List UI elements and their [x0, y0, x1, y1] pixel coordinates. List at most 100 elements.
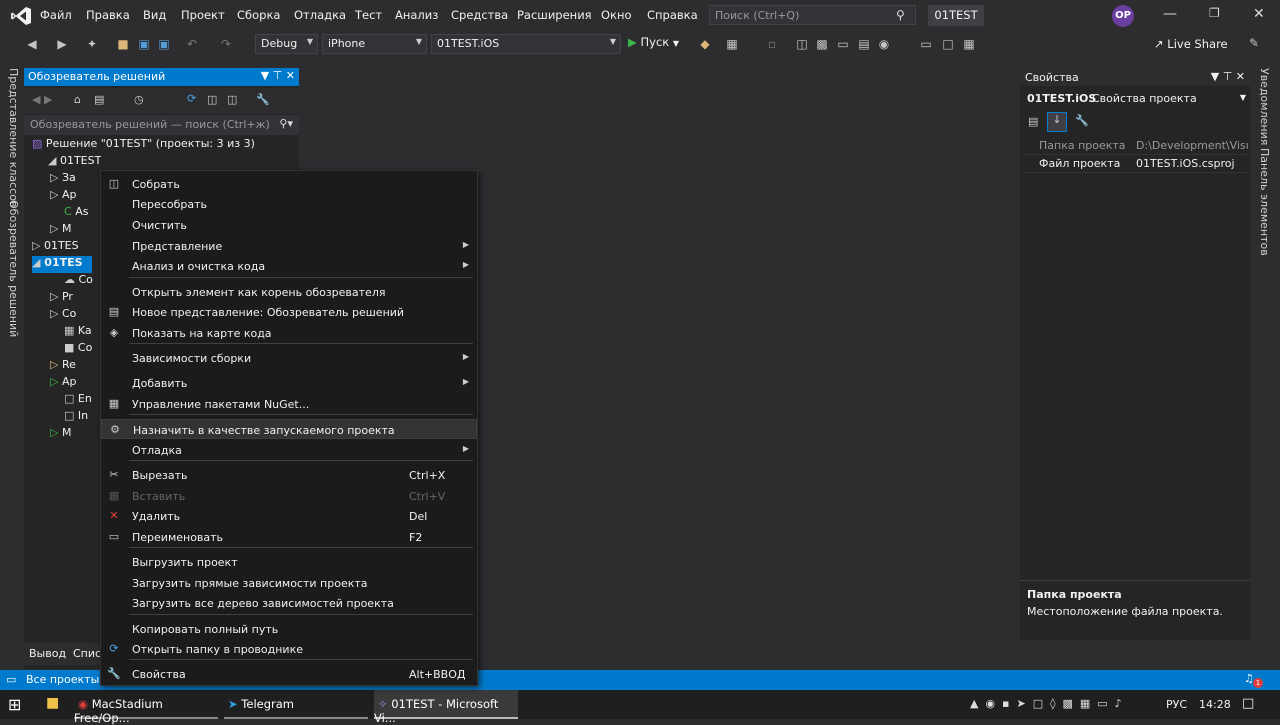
switch-views-icon[interactable]: ▤ — [94, 93, 104, 106]
tree-node[interactable]: ▷ M — [50, 222, 71, 239]
context-menu-item[interactable]: Отладка ▶ — [101, 440, 477, 460]
close-icon[interactable]: ✕ — [1253, 6, 1265, 22]
language-indicator[interactable]: РУС — [1166, 698, 1187, 711]
restore-icon[interactable]: ❐ — [1209, 6, 1220, 20]
wrench-icon[interactable]: 🔧 — [256, 93, 270, 106]
image-icon[interactable]: ▤ — [856, 36, 872, 52]
hot-reload-icon[interactable]: ◆ — [697, 36, 713, 52]
tree-node[interactable]: ▷ Ap — [50, 375, 76, 392]
tree-node[interactable]: ▦ Ka — [64, 324, 92, 341]
device-icon[interactable]: ▫ — [764, 36, 780, 52]
windows-start-icon[interactable]: ⊞ — [8, 695, 21, 714]
tree-node[interactable]: ▷ Re — [50, 358, 76, 375]
context-menu-item[interactable]: Зависимости сборки ▶ — [101, 348, 477, 368]
open-folder-icon[interactable]: ■ — [115, 36, 131, 52]
property-row[interactable]: Файл проекта 01TEST.iOS.csproj — [1022, 155, 1248, 173]
context-menu-item[interactable]: Добавить ▶ — [101, 373, 477, 393]
context-menu-item[interactable]: Копировать полный путь — [101, 619, 477, 639]
platform-select[interactable]: iPhone ▼ — [322, 34, 427, 54]
tab-output[interactable]: Вывод — [29, 647, 66, 660]
save-icon[interactable]: ▣ — [136, 36, 152, 52]
alphabetical-icon[interactable]: ↓ — [1047, 112, 1067, 132]
context-menu-item[interactable]: Загрузить прямые зависимости проекта — [101, 573, 477, 593]
menu-item[interactable]: Расширения — [517, 8, 592, 22]
device-manager-icon[interactable]: ◫ — [794, 36, 810, 52]
categorized-icon[interactable]: ▤ — [1028, 115, 1038, 128]
tree-node[interactable]: ▷ 01TES — [32, 239, 79, 256]
live-share-button[interactable]: ↗ Live Share — [1154, 37, 1228, 51]
context-menu-item[interactable]: Анализ и очистка кода ▶ — [101, 256, 477, 276]
context-menu-item[interactable]: Загрузить все дерево зависимостей проект… — [101, 593, 477, 613]
property-row[interactable]: Папка проекта D:\Development\Visua — [1022, 137, 1248, 155]
tab-toolbox[interactable]: Панель элементов — [1258, 148, 1271, 256]
refresh-icon[interactable]: ⟳ — [187, 92, 196, 105]
terminal-icon[interactable]: ▭ — [835, 36, 851, 52]
back-icon[interactable]: ◀ — [24, 36, 40, 52]
solution-node[interactable]: ▨ Решение "01TEST" (проекты: 3 из 3) — [32, 137, 255, 154]
menu-item[interactable]: Средства — [451, 8, 508, 22]
target-select[interactable]: 01TEST.iOS ▼ — [431, 34, 621, 54]
feedback-icon[interactable]: ✎ — [1246, 35, 1262, 51]
configuration-select[interactable]: Debug ▼ — [255, 34, 318, 54]
context-menu-item[interactable]: ▤ Новое представление: Обозреватель решен… — [101, 302, 477, 322]
avatar[interactable]: OP — [1112, 5, 1134, 27]
context-menu-item[interactable]: ⟳ Открыть папку в проводнике — [101, 639, 477, 659]
tree-node[interactable]: ☁ Co — [64, 273, 93, 290]
monitor-icon[interactable]: ▭ — [918, 36, 934, 52]
context-menu-item[interactable]: ✕ Удалить Del — [101, 506, 477, 526]
tree-node[interactable]: ▷ Co — [50, 307, 76, 324]
forward-icon[interactable]: ▶ — [54, 36, 70, 52]
tree-node[interactable]: ▷ M — [50, 426, 71, 443]
menu-item[interactable]: Файл — [40, 8, 72, 22]
home-icon[interactable]: ⌂ — [74, 93, 81, 106]
layout-icon[interactable]: ▦ — [961, 36, 977, 52]
panel-controls-icon[interactable]: ▼ ⊤ ✕ — [1211, 70, 1245, 83]
context-menu-item[interactable]: ▦ Управление пакетами NuGet... — [101, 394, 477, 414]
context-menu-item[interactable]: Открыть элемент как корень обозревателя — [101, 282, 477, 302]
minimize-icon[interactable]: — — [1163, 6, 1177, 22]
undo-icon[interactable]: ↶ — [184, 36, 200, 52]
menu-item[interactable]: Вид — [143, 8, 166, 22]
collapse-all-icon[interactable]: ◫ — [207, 93, 217, 106]
tab-class-view[interactable]: Представление классов — [7, 68, 20, 207]
file-explorer-icon[interactable]: ■ — [46, 695, 59, 711]
tab-notifications[interactable]: Уведомления — [1258, 68, 1271, 145]
menu-item[interactable]: Тест — [355, 8, 382, 22]
browser-link-icon[interactable]: ▦ — [724, 36, 740, 52]
tree-node[interactable]: ▷ Pr — [50, 290, 73, 307]
tree-node[interactable]: ▷ Ap — [50, 188, 76, 205]
taskbar-app-browser[interactable]: ◉ MacStadium Free/Op... — [74, 690, 218, 725]
visual-studio-logo-icon[interactable] — [10, 6, 32, 26]
history-icon[interactable]: ◷ — [134, 93, 144, 106]
search-icon[interactable]: ⚲ — [896, 8, 905, 22]
taskbar-app-telegram[interactable]: ➤ Telegram — [224, 690, 368, 719]
menu-item[interactable]: Сборка — [237, 8, 280, 22]
tree-node[interactable]: ▷ Зa — [50, 171, 76, 188]
tab-solution-explorer[interactable]: Обозреватель решений — [7, 200, 20, 337]
context-menu-item[interactable]: ✂ Вырезать Ctrl+X — [101, 465, 477, 485]
context-menu-item[interactable]: Выгрузить проект — [101, 552, 477, 572]
tab-error-list[interactable]: Спис — [73, 647, 101, 660]
menu-item[interactable]: Анализ — [395, 8, 438, 22]
context-menu-item[interactable]: ▦ Вставить Ctrl+V — [101, 486, 477, 506]
tree-node[interactable]: C As — [64, 205, 88, 222]
context-menu-item[interactable]: ⚙ Назначить в качестве запускаемого проек… — [101, 419, 477, 439]
clock[interactable]: 14:28 — [1199, 698, 1231, 711]
menu-item[interactable]: Правка — [86, 8, 130, 22]
context-menu-item[interactable]: ◈ Показать на карте кода — [101, 323, 477, 343]
show-all-files-icon[interactable]: ◫ — [227, 93, 237, 106]
new-item-icon[interactable]: ✦ — [84, 36, 100, 52]
globe-icon[interactable]: ◉ — [876, 36, 892, 52]
panel-controls-icon[interactable]: ▼ ⊤ ✕ — [261, 69, 295, 82]
menu-item[interactable]: Отладка — [294, 8, 346, 22]
context-menu-item[interactable]: ▭ Переименовать F2 — [101, 527, 477, 547]
property-pages-icon[interactable]: 🔧 — [1075, 114, 1089, 127]
context-menu-item[interactable]: ◫ Собрать — [101, 174, 477, 194]
tree-node[interactable]: □ En — [64, 392, 92, 409]
window-icon[interactable]: □ — [940, 36, 956, 52]
run-button[interactable]: ▶ Пуск ▼ — [628, 35, 679, 49]
back-icon[interactable]: ◀ ▶ — [32, 93, 52, 106]
context-menu-item[interactable]: 🔧 Свойства Alt+ВВОД — [101, 664, 477, 684]
context-menu-item[interactable]: Пересобрать — [101, 194, 477, 214]
system-tray-icons[interactable]: ▲ ◉ ▪ ➤ □ ◊ ▩ ▦ ▭ ♪ — [970, 697, 1160, 710]
